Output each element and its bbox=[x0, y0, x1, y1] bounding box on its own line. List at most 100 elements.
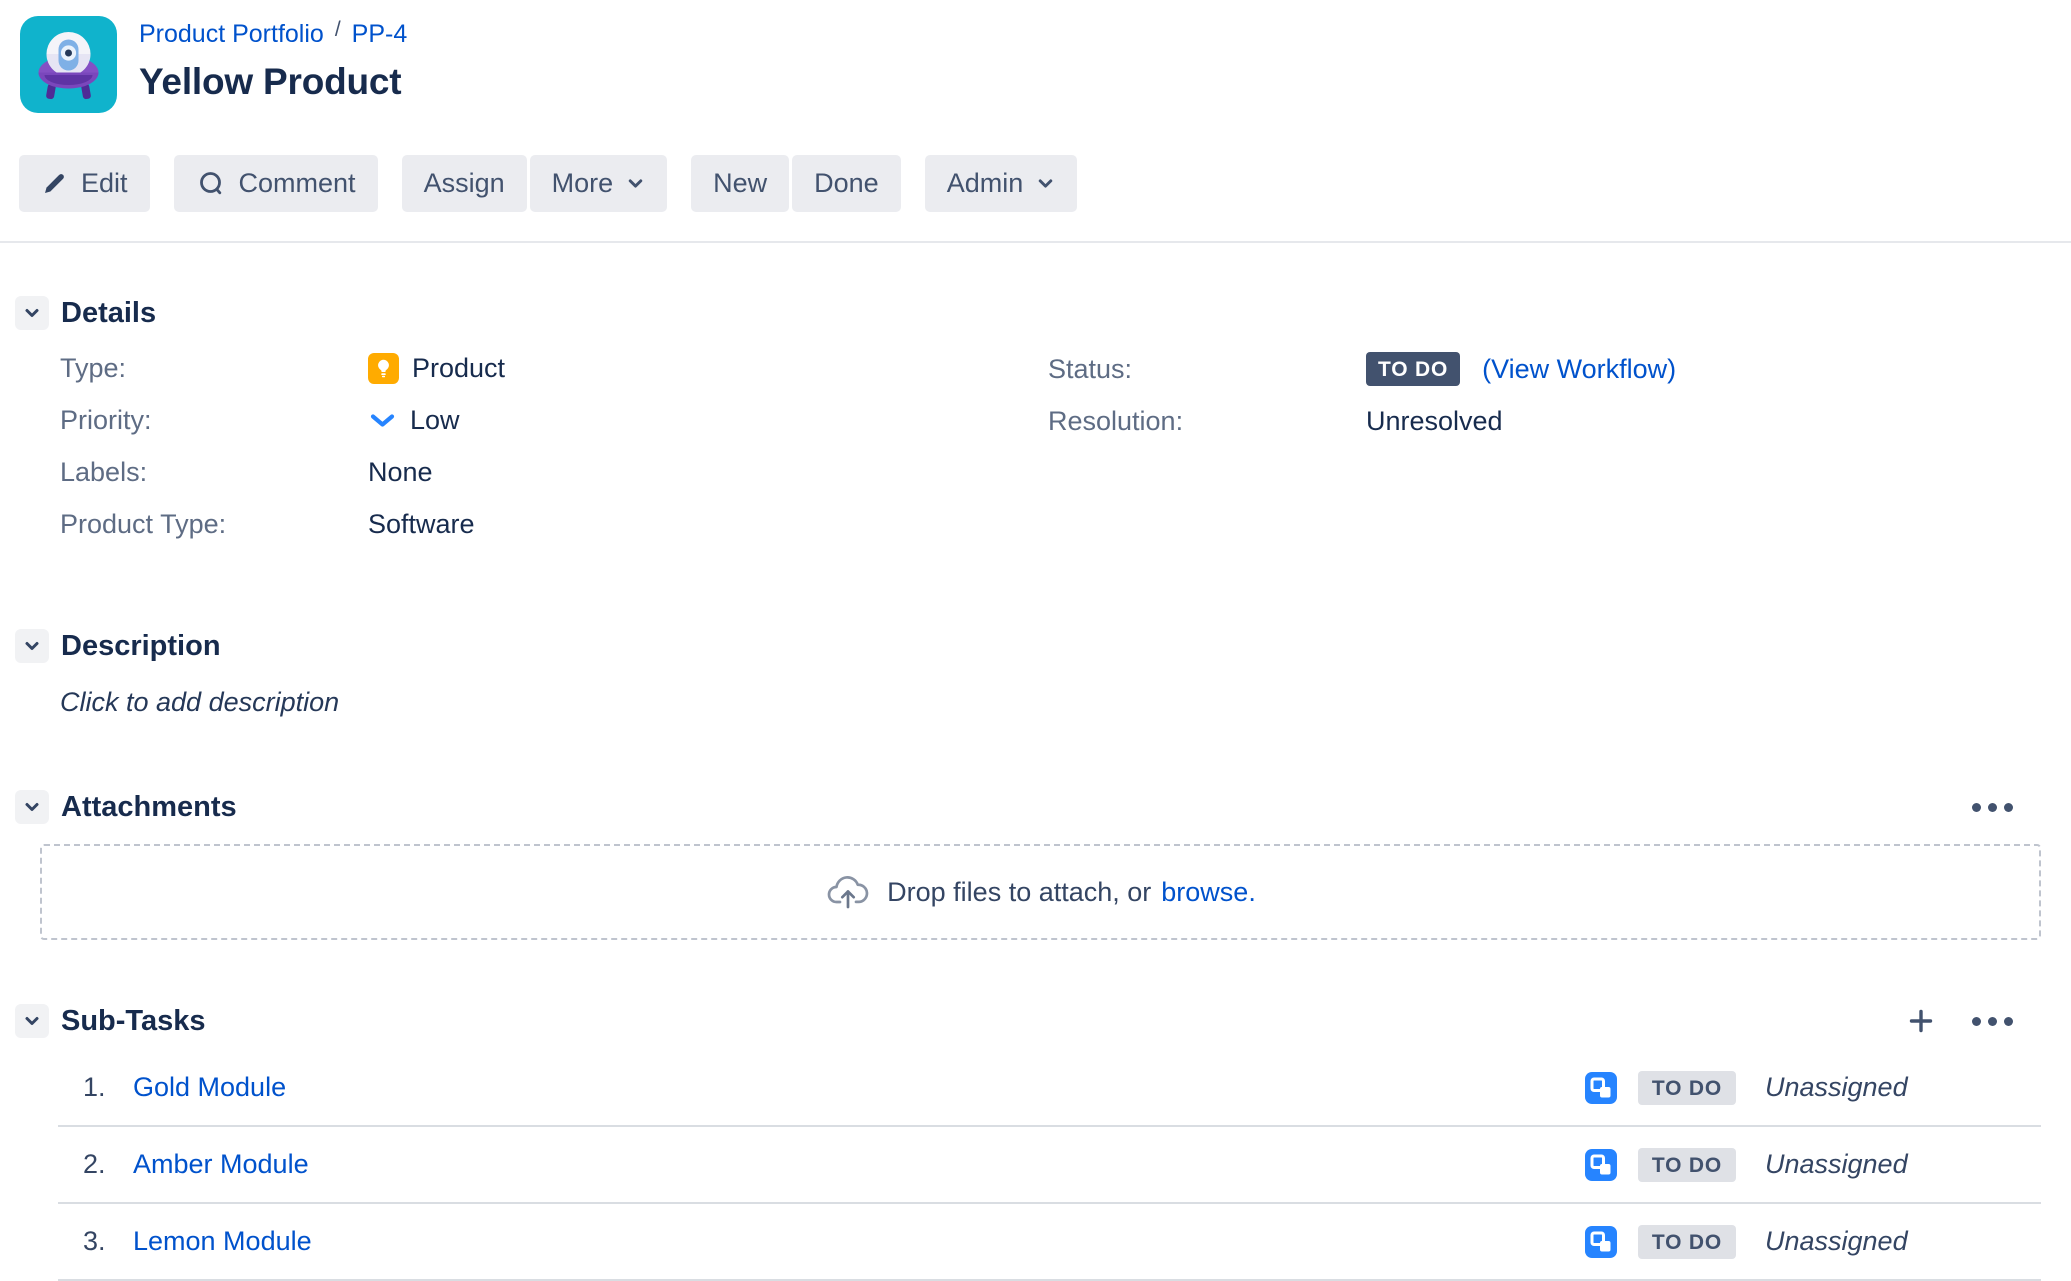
assign-button[interactable]: Assign bbox=[402, 155, 527, 212]
field-type: Type: Product bbox=[60, 352, 1048, 385]
more-button[interactable]: More bbox=[530, 155, 668, 212]
subtask-row-meta: TO DO Unassigned bbox=[1585, 1148, 2041, 1182]
subtasks-section-title: Sub-Tasks bbox=[61, 1005, 206, 1038]
subtask-assignee: Unassigned bbox=[1765, 1072, 2041, 1103]
field-resolution: Resolution: Unresolved bbox=[1048, 405, 2041, 438]
add-subtask-button[interactable] bbox=[1907, 1007, 1935, 1035]
comment-group: Comment bbox=[174, 155, 378, 212]
field-product-type: Product Type: Software bbox=[60, 508, 1048, 541]
resolution-label: Resolution: bbox=[1048, 406, 1366, 437]
assign-more-group: Assign More bbox=[402, 155, 668, 212]
subtask-row: 1. Gold Module TO DO Unassigned bbox=[58, 1050, 2041, 1127]
attachments-section-header: Attachments bbox=[15, 790, 2041, 824]
subtask-row-meta: TO DO Unassigned bbox=[1585, 1225, 2041, 1259]
comment-button[interactable]: Comment bbox=[174, 155, 378, 212]
status-badge: TO DO bbox=[1366, 352, 1460, 386]
details-section-title: Details bbox=[61, 297, 156, 330]
status-label: Status: bbox=[1048, 354, 1366, 385]
subtask-number: 1. bbox=[83, 1072, 119, 1103]
admin-button-label: Admin bbox=[947, 168, 1024, 199]
subtask-status-badge: TO DO bbox=[1638, 1225, 1736, 1259]
attachments-section-title: Attachments bbox=[61, 791, 237, 824]
ellipsis-icon bbox=[1972, 1017, 2013, 1026]
attachments-dropzone[interactable]: Drop files to attach, or browse. bbox=[40, 844, 2041, 940]
labels-value: None bbox=[368, 457, 433, 488]
type-label: Type: bbox=[60, 353, 368, 384]
details-section-header: Details bbox=[15, 296, 2041, 330]
new-button[interactable]: New bbox=[691, 155, 789, 212]
ufo-avatar-icon bbox=[20, 16, 117, 113]
edit-button-label: Edit bbox=[81, 168, 128, 199]
attachments-more-options-button[interactable] bbox=[1972, 803, 2013, 812]
subtasks-more-options-button[interactable] bbox=[1972, 1017, 2013, 1026]
product-lightbulb-icon bbox=[368, 353, 399, 384]
field-priority: Priority: Low bbox=[60, 404, 1048, 437]
subtask-list: 1. Gold Module TO DO Unassigned 2. Amber… bbox=[58, 1050, 2041, 1281]
subtask-row-meta: TO DO Unassigned bbox=[1585, 1071, 2041, 1105]
workflow-group: New Done bbox=[691, 155, 901, 212]
description-section-header: Description bbox=[15, 629, 2041, 663]
breadcrumb-project-link[interactable]: Product Portfolio bbox=[139, 20, 324, 48]
details-right-column: Status: TO DO (View Workflow) Resolution… bbox=[1048, 352, 2041, 560]
page-title: Yellow Product bbox=[139, 61, 407, 103]
product-type-value: Software bbox=[368, 509, 475, 540]
subtask-icon bbox=[1585, 1072, 1617, 1104]
chevron-down-icon bbox=[22, 1011, 42, 1031]
admin-group: Admin bbox=[925, 155, 1078, 212]
description-placeholder[interactable]: Click to add description bbox=[60, 687, 2071, 718]
subtask-row: 2. Amber Module TO DO Unassigned bbox=[58, 1127, 2041, 1204]
chevron-down-icon bbox=[22, 636, 42, 656]
done-button[interactable]: Done bbox=[792, 155, 901, 212]
attachments-collapse-button[interactable] bbox=[15, 790, 49, 824]
project-avatar[interactable] bbox=[20, 16, 117, 113]
done-button-label: Done bbox=[814, 168, 879, 199]
plus-icon bbox=[1907, 1007, 1935, 1035]
subtask-status-badge: TO DO bbox=[1638, 1148, 1736, 1182]
speech-bubble-icon bbox=[196, 169, 226, 199]
admin-button[interactable]: Admin bbox=[925, 155, 1078, 212]
labels-label: Labels: bbox=[60, 457, 368, 488]
cloud-upload-icon bbox=[825, 873, 871, 911]
breadcrumb-separator: / bbox=[335, 18, 341, 41]
view-workflow-link[interactable]: (View Workflow) bbox=[1482, 354, 1676, 385]
pencil-icon bbox=[41, 170, 68, 197]
type-value: Product bbox=[368, 353, 505, 384]
subtask-row: 3. Lemon Module TO DO Unassigned bbox=[58, 1204, 2041, 1281]
comment-button-label: Comment bbox=[239, 168, 356, 199]
priority-label: Priority: bbox=[60, 405, 368, 436]
breadcrumb-issue-link[interactable]: PP-4 bbox=[352, 20, 408, 48]
edit-button[interactable]: Edit bbox=[19, 155, 150, 212]
header-text: Product Portfolio / PP-4 Yellow Product bbox=[139, 16, 407, 103]
chevron-down-icon bbox=[626, 174, 645, 193]
priority-value: Low bbox=[368, 405, 460, 436]
subtask-link[interactable]: Gold Module bbox=[133, 1072, 286, 1103]
browse-link[interactable]: browse. bbox=[1161, 877, 1256, 908]
chevron-down-icon bbox=[22, 303, 42, 323]
subtask-link[interactable]: Amber Module bbox=[133, 1149, 309, 1180]
priority-low-icon bbox=[368, 410, 397, 431]
edit-group: Edit bbox=[19, 155, 150, 212]
status-value: TO DO (View Workflow) bbox=[1366, 352, 1676, 386]
details-grid: Type: Product Priority: Lo bbox=[60, 352, 2041, 560]
ellipsis-icon bbox=[1972, 803, 2013, 812]
subtask-link[interactable]: Lemon Module bbox=[133, 1226, 312, 1257]
description-collapse-button[interactable] bbox=[15, 629, 49, 663]
subtask-number: 2. bbox=[83, 1149, 119, 1180]
details-left-column: Type: Product Priority: Lo bbox=[60, 352, 1048, 560]
type-value-text: Product bbox=[412, 353, 505, 384]
new-button-label: New bbox=[713, 168, 767, 199]
assign-button-label: Assign bbox=[424, 168, 505, 199]
subtasks-section-header: Sub-Tasks bbox=[15, 1004, 2041, 1038]
resolution-value: Unresolved bbox=[1366, 406, 1503, 437]
breadcrumb: Product Portfolio / PP-4 bbox=[139, 16, 407, 51]
subtasks-collapse-button[interactable] bbox=[15, 1004, 49, 1038]
toolbar: Edit Comment Assign More New Done bbox=[19, 155, 2071, 212]
field-status: Status: TO DO (View Workflow) bbox=[1048, 352, 2041, 386]
more-button-label: More bbox=[552, 168, 614, 199]
field-labels: Labels: None bbox=[60, 456, 1048, 489]
subtask-assignee: Unassigned bbox=[1765, 1149, 2041, 1180]
subtask-icon bbox=[1585, 1226, 1617, 1258]
priority-value-text: Low bbox=[410, 405, 460, 436]
subtask-icon bbox=[1585, 1149, 1617, 1181]
details-collapse-button[interactable] bbox=[15, 296, 49, 330]
